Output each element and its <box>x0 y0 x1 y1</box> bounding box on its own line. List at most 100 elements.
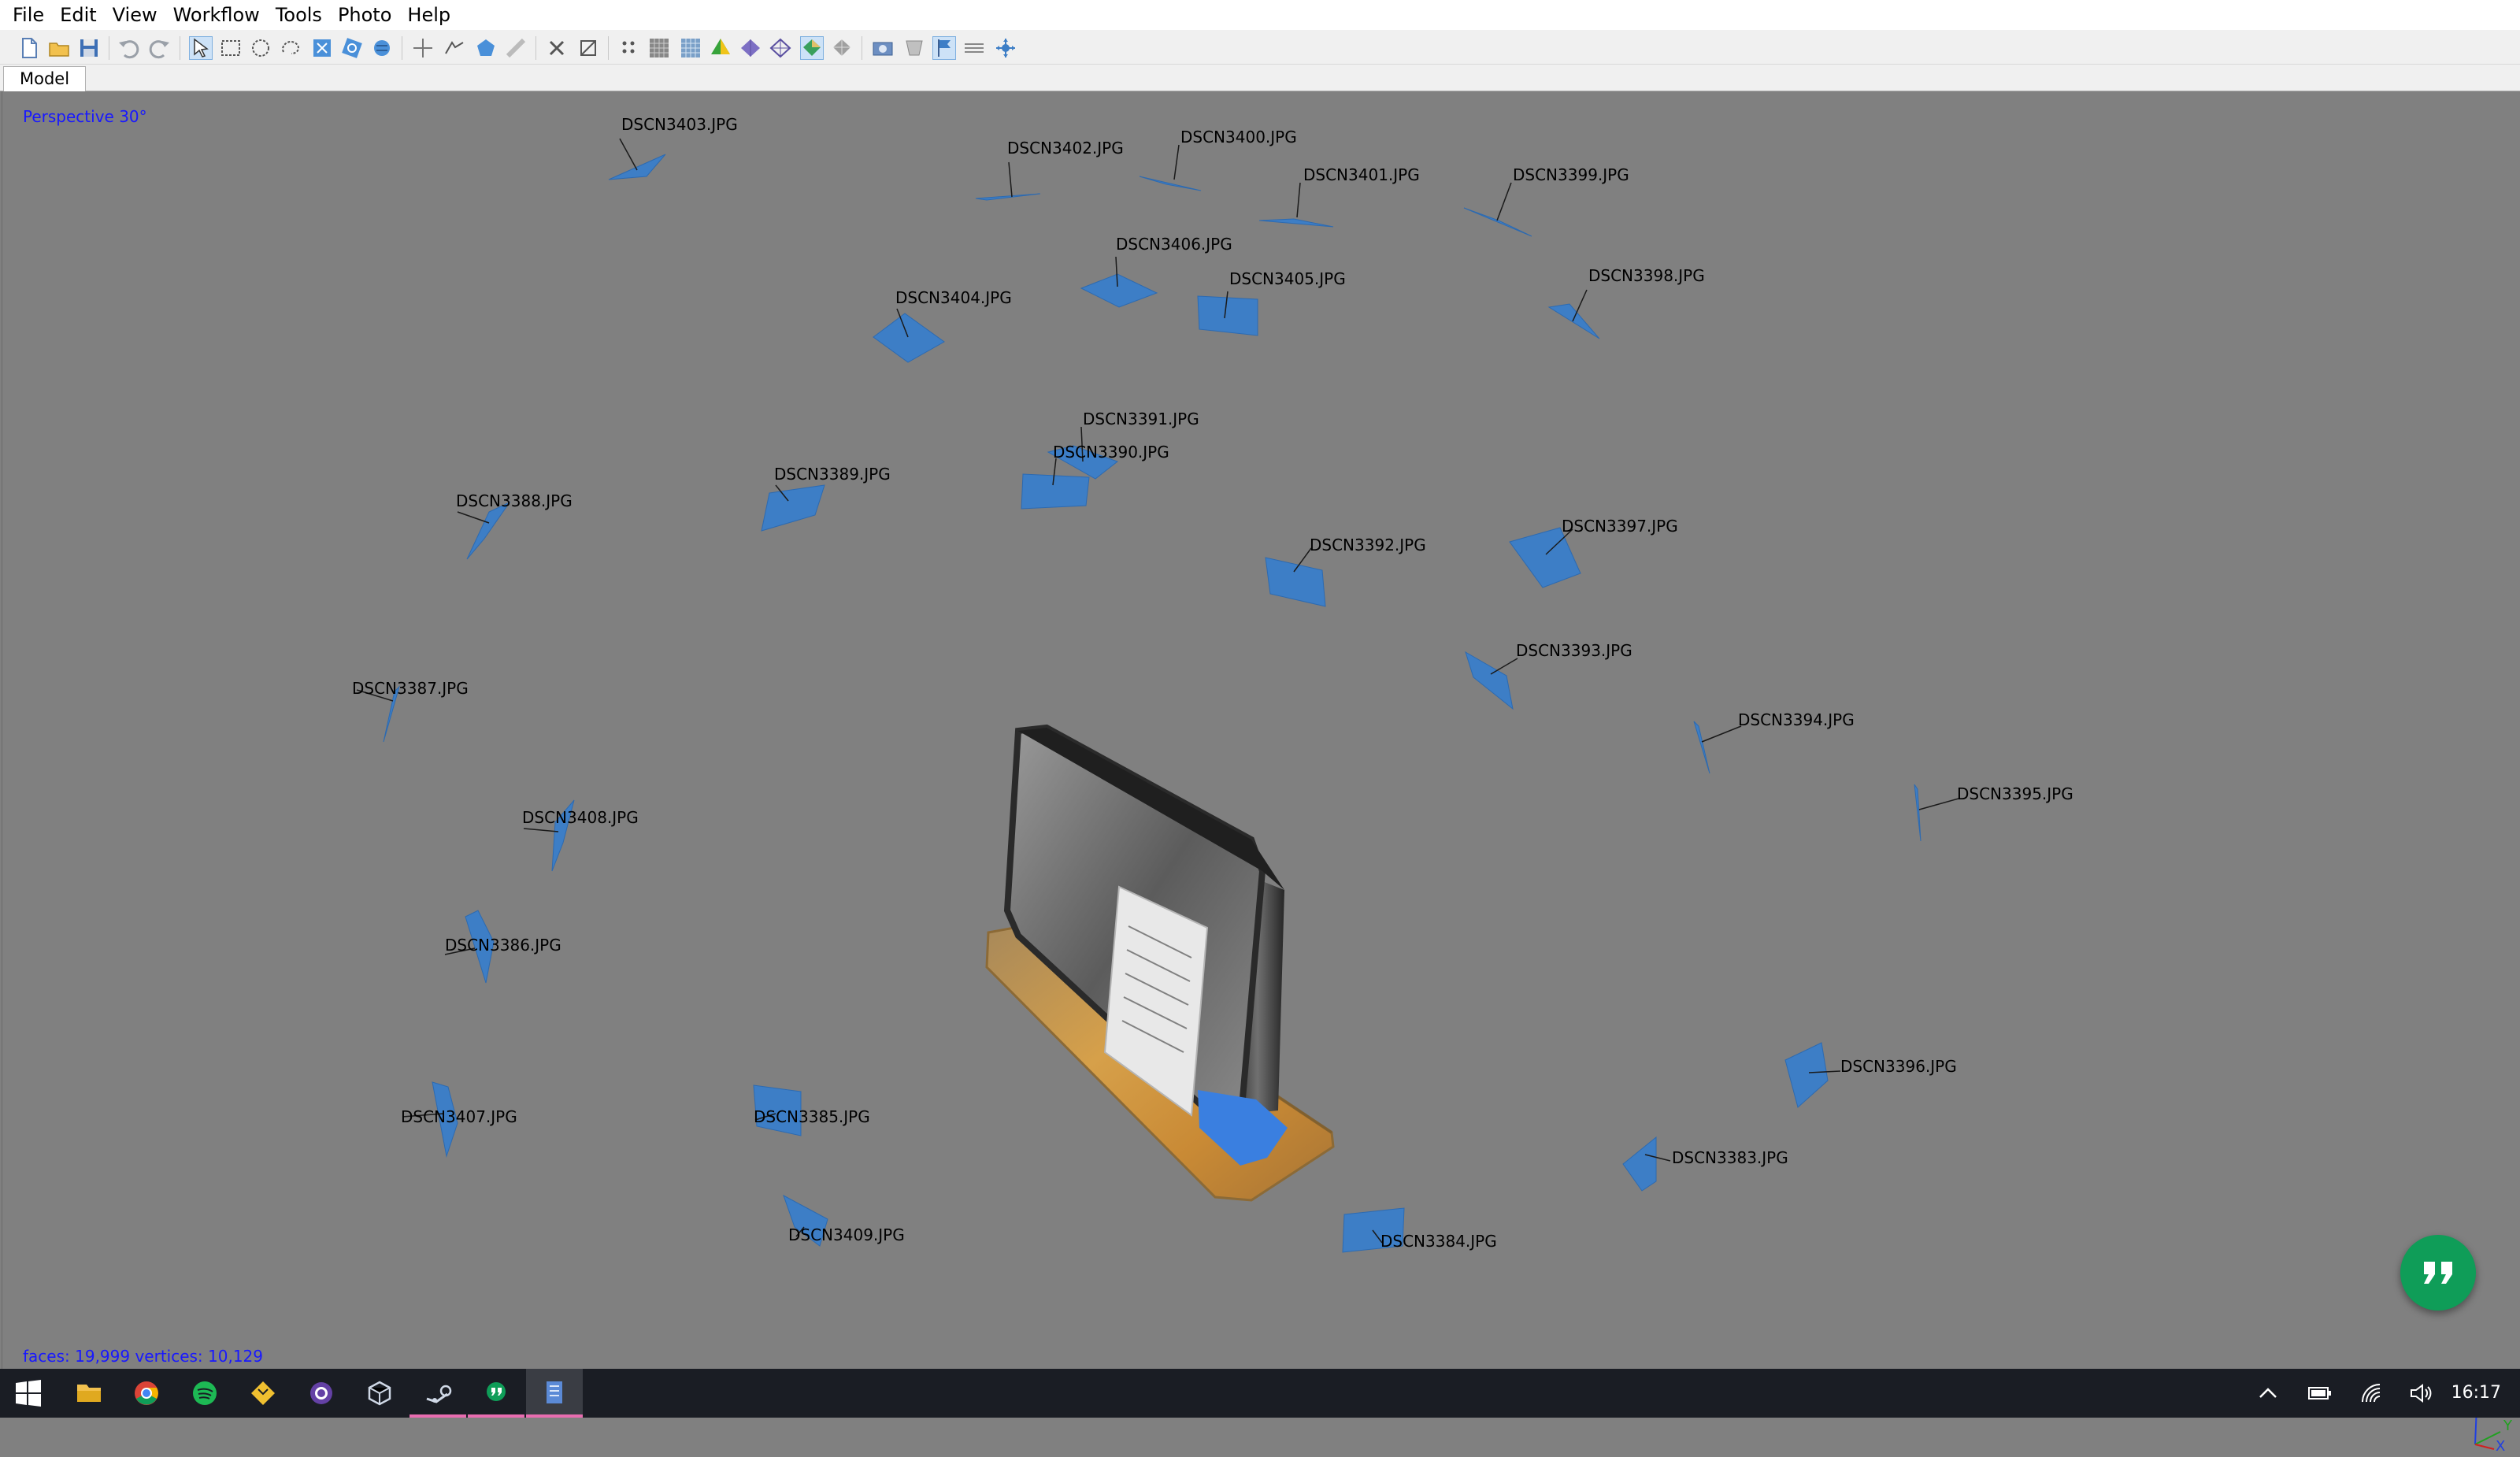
point-cloud-icon[interactable] <box>617 36 641 60</box>
camera-label[interactable]: DSCN3399.JPG <box>1513 165 1629 184</box>
camera-plane <box>1080 273 1158 308</box>
spotify-icon[interactable] <box>176 1369 233 1418</box>
camera-label[interactable]: DSCN3394.JPG <box>1738 710 1855 729</box>
camera-label[interactable]: DSCN3395.JPG <box>1957 784 2073 803</box>
twitch-icon[interactable] <box>293 1369 350 1418</box>
windows-start-icon[interactable] <box>0 1369 57 1418</box>
menu-tools[interactable]: Tools <box>268 0 330 30</box>
camera-label[interactable]: DSCN3389.JPG <box>774 465 891 484</box>
new-project-icon[interactable] <box>17 36 41 60</box>
taskbar-clock[interactable]: 16:17 <box>2451 1369 2501 1418</box>
camera-plane <box>1509 527 1581 588</box>
measure-ruler-icon[interactable] <box>504 36 528 60</box>
shaded-model-icon[interactable] <box>709 36 732 60</box>
model-viewport[interactable]: DSCN3403.JPG DSCN3402.JPG DSCN3400.JPG D… <box>2 91 2518 1455</box>
camera-label[interactable]: DSCN3393.JPG <box>1516 641 1632 660</box>
rectangle-select-icon[interactable] <box>219 36 243 60</box>
camera-label[interactable]: DSCN3383.JPG <box>1672 1148 1788 1167</box>
wireframe-icon[interactable] <box>769 36 792 60</box>
rotate-object-icon[interactable] <box>370 36 394 60</box>
camera-label[interactable]: DSCN3385.JPG <box>754 1107 870 1126</box>
camera-label[interactable]: DSCN3409.JPG <box>788 1225 905 1244</box>
resize-region-icon[interactable] <box>310 36 334 60</box>
volume-icon[interactable] <box>2408 1381 2433 1405</box>
show-trackball-icon[interactable] <box>994 36 1017 60</box>
virtualbox-icon[interactable] <box>351 1369 408 1418</box>
camera-plane <box>1197 295 1258 336</box>
camera-label[interactable]: DSCN3387.JPG <box>352 679 469 698</box>
free-form-select-icon[interactable] <box>279 36 302 60</box>
textured-model-icon[interactable] <box>800 36 824 60</box>
camera-label[interactable]: DSCN3392.JPG <box>1310 536 1426 554</box>
ruler-icon[interactable] <box>411 36 435 60</box>
rotate-region-icon[interactable] <box>340 36 364 60</box>
camera-label[interactable]: DSCN3408.JPG <box>522 808 639 827</box>
show-cameras-icon[interactable] <box>871 36 895 60</box>
tab-model[interactable]: Model <box>3 66 87 91</box>
camera-plane <box>1547 303 1600 339</box>
tiled-model-icon[interactable] <box>830 36 854 60</box>
hangouts-icon[interactable] <box>468 1369 524 1418</box>
camera-label[interactable]: DSCN3405.JPG <box>1229 269 1346 288</box>
show-shapes-icon[interactable] <box>902 36 926 60</box>
wifi-icon[interactable] <box>2359 1381 2385 1405</box>
camera-label[interactable]: DSCN3396.JPG <box>1840 1057 1957 1076</box>
photoscan-icon[interactable] <box>526 1369 583 1418</box>
tab-bar: Model <box>0 65 2520 91</box>
delete-selection-icon[interactable] <box>545 36 569 60</box>
show-markers-icon[interactable] <box>932 36 956 60</box>
undo-icon[interactable] <box>117 36 140 60</box>
camera-label[interactable]: DSCN3391.JPG <box>1083 410 1199 428</box>
navigation-icon[interactable] <box>189 36 213 60</box>
file-explorer-icon[interactable] <box>60 1369 117 1418</box>
camera-label[interactable]: DSCN3390.JPG <box>1053 443 1169 462</box>
camera-label[interactable]: DSCN3384.JPG <box>1380 1232 1497 1251</box>
model-stats-label: faces: 19,999 vertices: 10,129 <box>23 1347 264 1366</box>
camera-label[interactable]: DSCN3404.JPG <box>895 288 1012 307</box>
camera-label[interactable]: DSCN3388.JPG <box>456 491 573 510</box>
camera-label[interactable]: DSCN3403.JPG <box>621 115 738 134</box>
menu-file[interactable]: File <box>5 0 52 30</box>
dense-cloud-classes-icon[interactable] <box>679 36 702 60</box>
camera-plane <box>1265 557 1326 607</box>
camera-label[interactable]: DSCN3386.JPG <box>445 936 561 955</box>
git-icon[interactable] <box>235 1369 291 1418</box>
camera-label[interactable]: DSCN3402.JPG <box>1007 139 1124 158</box>
polygon-icon[interactable] <box>443 36 466 60</box>
camera-label[interactable]: DSCN3400.JPG <box>1180 128 1297 146</box>
camera-plane <box>1622 1136 1657 1192</box>
measure-icon[interactable] <box>474 36 498 60</box>
chrome-icon[interactable] <box>118 1369 175 1418</box>
show-hidden-icons-icon[interactable] <box>2255 1381 2281 1405</box>
steam-icon[interactable] <box>410 1369 466 1418</box>
redo-icon[interactable] <box>148 36 172 60</box>
camera-plane <box>466 501 511 560</box>
menu-help[interactable]: Help <box>399 0 458 30</box>
menu-photo[interactable]: Photo <box>330 0 399 30</box>
camera-plane <box>1463 207 1532 237</box>
menu-view[interactable]: View <box>105 0 165 30</box>
circle-select-icon[interactable] <box>249 36 272 60</box>
camera-label[interactable]: DSCN3407.JPG <box>401 1107 517 1126</box>
battery-icon[interactable] <box>2307 1381 2333 1405</box>
crop-selection-icon[interactable] <box>576 36 600 60</box>
menu-edit[interactable]: Edit <box>52 0 104 30</box>
camera-plane <box>1021 473 1090 510</box>
show-region-icon[interactable] <box>962 36 986 60</box>
camera-plane <box>1914 784 1922 842</box>
solid-model-icon[interactable] <box>739 36 762 60</box>
camera-label[interactable]: DSCN3406.JPG <box>1116 235 1232 254</box>
dense-cloud-icon[interactable] <box>647 36 671 60</box>
open-icon[interactable] <box>47 36 71 60</box>
menu-workflow[interactable]: Workflow <box>165 0 268 30</box>
camera-plane <box>761 484 825 532</box>
camera-plane <box>608 154 666 180</box>
camera-plane <box>873 313 945 363</box>
camera-label[interactable]: DSCN3398.JPG <box>1588 266 1705 285</box>
camera-label[interactable]: DSCN3397.JPG <box>1562 517 1678 536</box>
hangouts-chat-button[interactable] <box>2400 1235 2476 1311</box>
camera-plane <box>1784 1042 1829 1108</box>
camera-label[interactable]: DSCN3401.JPG <box>1303 165 1420 184</box>
save-icon[interactable] <box>77 36 101 60</box>
toolbar <box>0 30 2520 65</box>
